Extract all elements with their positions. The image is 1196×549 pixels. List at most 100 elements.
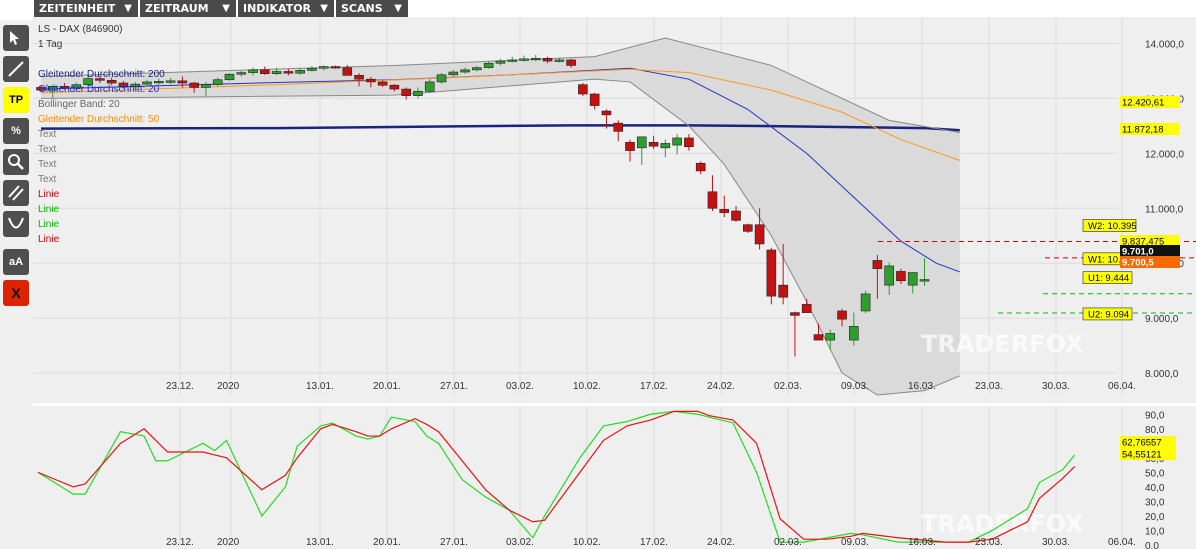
candle-body [766,249,777,297]
oscillator-tick-label: 80,0 [1145,425,1165,436]
cursor-icon [10,31,19,45]
date-tick-label: 09.03. [841,381,869,392]
candle-body [919,279,930,282]
date-tick-label: 03.02. [506,381,534,392]
menu-label: ZEITRAUM [145,2,209,15]
trendline-icon [8,61,24,77]
select-cursor-button[interactable] [3,25,29,51]
chart-area[interactable]: TRADERFOX W2: 10.395W1: 10.097U1: 9.444U… [33,17,1196,549]
candle-body [707,191,718,209]
candle-body [613,122,624,132]
oscillator-tick-label: 20,0 [1145,512,1165,523]
date-tick-label: 10.02. [573,381,601,392]
price-tick-label: 14.000,0 [1145,39,1184,50]
level-label: U1: 9.444 [1088,273,1129,284]
candle-body [165,80,176,83]
date-tick-label: 13.01. [306,381,334,392]
trendline-button[interactable] [3,56,29,82]
caret-down-icon: ▼ [394,3,402,14]
font-button[interactable]: aA [3,249,29,275]
candle-body [248,69,258,73]
magnifier-icon [8,154,24,170]
candle-body [377,81,388,86]
channel-button[interactable] [3,180,29,206]
parallel-lines-icon [8,185,24,201]
candle-body [307,67,317,71]
date-tick-label: 23.03. [975,381,1003,392]
legend-item: Gleitender Durchschnitt: 200 [38,69,165,80]
legend-item: Linie [38,189,60,200]
price-tag-label: 9.701,0 [1122,247,1154,258]
delete-drawings-button[interactable]: X [3,280,29,306]
menu-zeiteinheit[interactable]: ZEITEINHEIT ▼ [34,0,138,17]
date-tick-label: 03.02. [506,537,534,548]
candle-body [660,143,671,149]
candle-body [825,333,836,341]
date-tick-label: 30.03. [1042,381,1070,392]
level-label: W2: 10.395 [1088,221,1137,232]
oscillator-tick-label: 90,0 [1145,410,1165,421]
candle-body [106,79,117,84]
tp-button[interactable]: TP [3,87,29,113]
menu-zeitraum[interactable]: ZEITRAUM ▼ [140,0,236,17]
candle-body [283,71,294,74]
legend-item: Text [38,159,57,170]
date-tick-label: 17.02. [640,381,668,392]
candle-body [849,326,859,341]
date-tick-label: 23.12. [166,381,194,392]
candle-body [177,80,188,84]
candle-body [366,78,376,83]
candle-body [448,71,459,76]
price-tag-label: 11.872,18 [1122,125,1164,136]
menu-label: ZEITEINHEIT [39,2,116,15]
date-tick-label: 2020 [217,381,240,392]
date-tick-label: 27.01. [440,381,468,392]
date-tick-label: 13.01. [306,537,334,548]
candle-body [907,272,918,286]
percent-label: % [11,125,21,137]
legend-item: Gleitender Durchschnitt: 50 [38,114,160,125]
watermark-text: TRADERFOX [921,330,1084,358]
date-tick-label: 02.03. [774,537,802,548]
menu-scans[interactable]: SCANS ▼ [336,0,408,17]
candle-body [472,67,482,71]
candle-body [695,162,706,172]
candle-body [154,81,164,84]
zoom-button[interactable] [3,149,29,175]
date-tick-label: 20.01. [373,537,401,548]
candle-body [672,137,682,146]
candle-body [389,84,400,90]
menu-indikator[interactable]: INDIKATOR ▼ [238,0,334,17]
date-tick-label: 16.03. [908,381,936,392]
candle-body [648,142,659,147]
oscillator-tick-label: 40,0 [1145,483,1165,494]
oscillator-date-axis: 23.12. 2020 13.01. 20.01. 27.01. 03.02. 10.02.… [166,537,1136,548]
curve-button[interactable] [3,211,29,237]
legend-item: Text [38,174,57,185]
candle-body [354,75,364,80]
candle-body [625,142,635,151]
percent-button[interactable]: % [3,118,29,144]
oscillator-tick-label: 30,0 [1145,497,1165,508]
candle-body [295,70,305,74]
legend-item: Linie [38,204,60,215]
candle-body [778,284,788,298]
candle-body [519,58,529,61]
candle-body [507,59,518,62]
panel-divider[interactable] [33,403,1196,406]
date-tick-label: 09.03. [841,537,869,548]
candle-body [271,71,282,74]
caret-down-icon: ▼ [320,3,328,14]
curve-icon [8,217,24,229]
candle-body [401,88,411,96]
candle-body [636,136,647,149]
caret-down-icon: ▼ [124,3,132,14]
date-tick-label: 20.01. [373,381,401,392]
candle-body [884,265,894,286]
date-tick-label: 06.04. [1108,537,1136,548]
date-tick-label: 23.03. [975,537,1003,548]
candle-body [896,271,906,282]
candle-body [436,74,447,83]
delete-icon: X [11,285,21,301]
candle-body [483,62,494,68]
